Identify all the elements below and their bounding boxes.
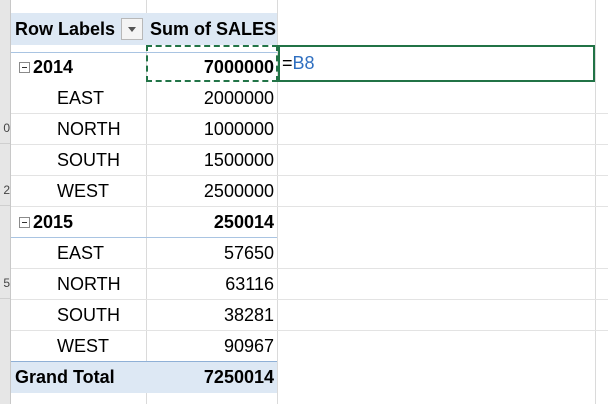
filter-dropdown-icon[interactable] bbox=[121, 18, 143, 40]
pivot-row-label[interactable]: WEST bbox=[11, 176, 146, 207]
formula-equals: = bbox=[282, 53, 293, 73]
pivot-row-value[interactable]: 38281 bbox=[146, 300, 277, 331]
pivot-row-label[interactable]: EAST bbox=[11, 83, 146, 114]
pivot-row-value[interactable]: 57650 bbox=[146, 238, 277, 269]
pivot-row-label[interactable]: EAST bbox=[11, 238, 146, 269]
group-total-2015[interactable]: 250014 bbox=[146, 207, 277, 238]
formula-cell-reference: B8 bbox=[292, 53, 315, 73]
row-number[interactable]: 5 bbox=[0, 268, 10, 299]
pivot-row-value[interactable]: 1000000 bbox=[146, 114, 277, 145]
row-number[interactable]: 2 bbox=[0, 175, 10, 206]
pivot-row-value[interactable]: 2000000 bbox=[146, 83, 277, 114]
active-edit-cell[interactable]: =B8 bbox=[278, 45, 595, 82]
pivot-row-value[interactable]: 2500000 bbox=[146, 176, 277, 207]
group-label-2015[interactable]: 2015 bbox=[11, 207, 146, 238]
pivot-row-value[interactable]: 63116 bbox=[146, 269, 277, 300]
grand-total-label[interactable]: Grand Total bbox=[11, 362, 146, 393]
pivot-row-label[interactable]: NORTH bbox=[11, 269, 146, 300]
pivot-row-label[interactable]: WEST bbox=[11, 331, 146, 362]
column-d-gridline bbox=[595, 0, 596, 404]
pivot-row-label[interactable]: SOUTH bbox=[11, 300, 146, 331]
pivot-row-label[interactable]: SOUTH bbox=[11, 145, 146, 176]
pivot-header-sum-of-sales[interactable]: Sum of SALES bbox=[146, 13, 277, 45]
pivot-row-value[interactable]: 1500000 bbox=[146, 145, 277, 176]
pivot-row-value[interactable]: 90967 bbox=[146, 331, 277, 362]
copied-cell-marquee bbox=[146, 45, 278, 82]
pivot-row-label[interactable]: NORTH bbox=[11, 114, 146, 145]
group-label-2014[interactable]: 2014 bbox=[11, 52, 146, 83]
grand-total-value[interactable]: 7250014 bbox=[146, 362, 277, 393]
row-number[interactable]: 0 bbox=[0, 113, 10, 144]
